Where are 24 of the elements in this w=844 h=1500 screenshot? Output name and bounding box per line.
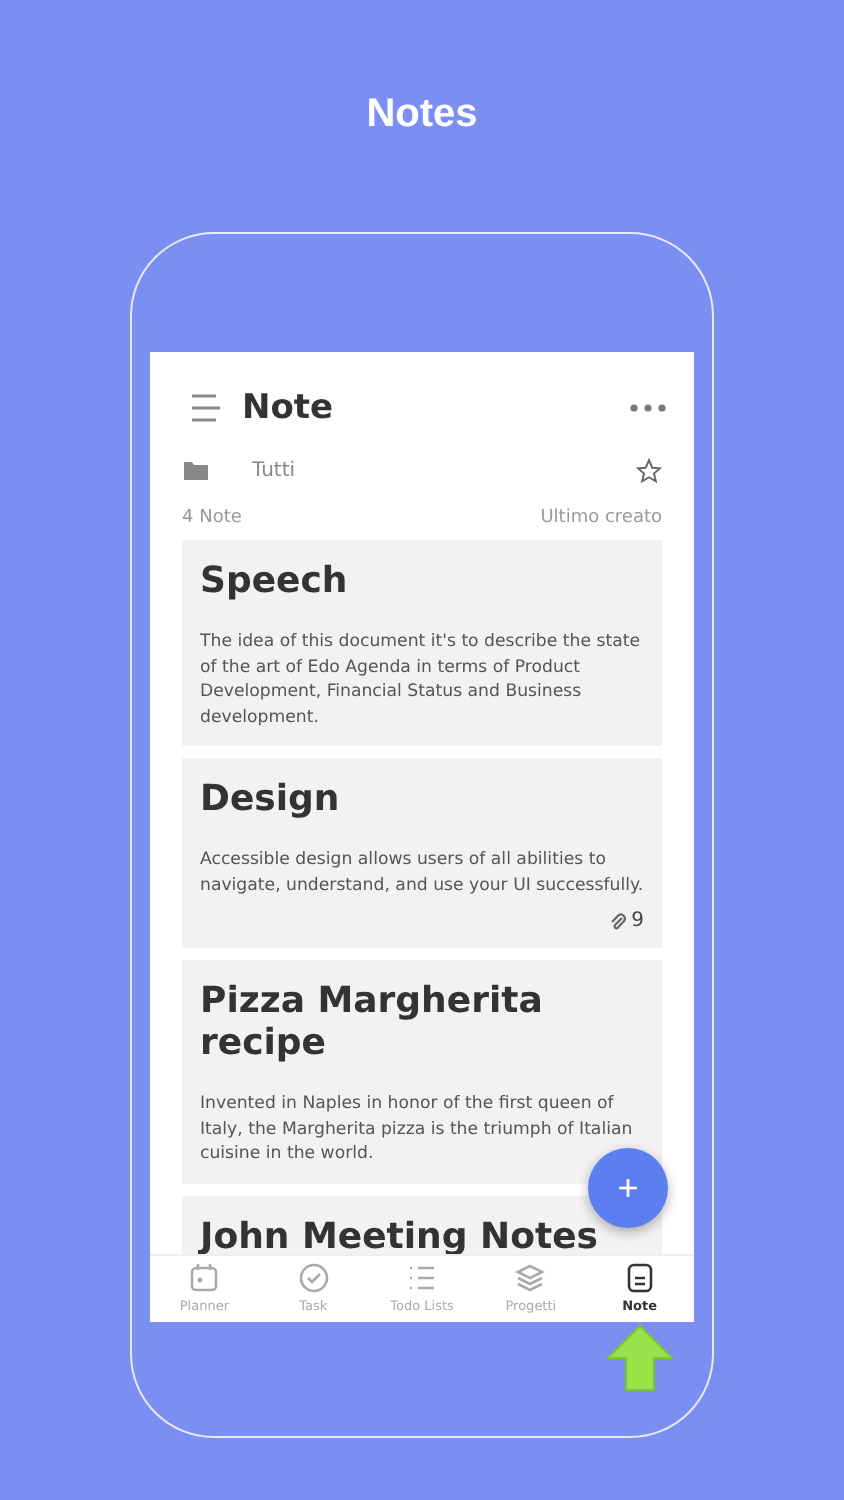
- arrow-up-icon: [606, 1324, 674, 1392]
- note-count: 4 Note: [182, 508, 242, 528]
- note-card[interactable]: Design Accessible design allows users of all abilities to navigate, understand, and use your UI successfully. 9: [182, 758, 662, 948]
- document-icon: [623, 1262, 656, 1294]
- folder-icon[interactable]: [184, 460, 208, 480]
- filter-label[interactable]: Tutti: [252, 459, 296, 481]
- note-title: Pizza Margherita recipe: [200, 980, 545, 1064]
- note-title: Design: [200, 778, 342, 820]
- star-icon[interactable]: [636, 457, 662, 483]
- app-title: Note: [242, 388, 334, 428]
- calendar-icon: [188, 1262, 221, 1294]
- paperclip-icon: [609, 911, 626, 931]
- note-title: Speech: [200, 560, 350, 602]
- note-card[interactable]: Speech The idea of this document it's to describe the state of the art of Edo Agenda in terms of Product Development, Financial Status and Business development.: [182, 540, 662, 746]
- page-title: Notes: [366, 92, 478, 140]
- check-circle-icon: [297, 1262, 330, 1294]
- layers-icon: [514, 1262, 547, 1294]
- note-text: The idea of this document it's to describe the state of the art of Edo Agenda in terms of Product Development, Financial Status and Business development.: [200, 630, 642, 730]
- menu-icon[interactable]: [190, 394, 222, 422]
- note-text: Accessible design allows users of all abilities to navigate, understand, and use your UI successfully.: [200, 848, 644, 898]
- list-icon: [406, 1262, 439, 1294]
- more-icon[interactable]: [630, 404, 666, 412]
- attachment-count: 9: [631, 910, 644, 932]
- sort-label[interactable]: Ultimo creato: [540, 508, 662, 528]
